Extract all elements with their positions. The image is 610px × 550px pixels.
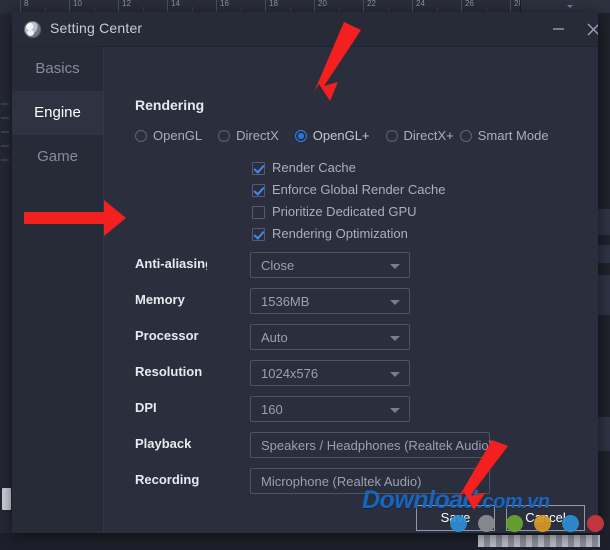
radio-label: DirectX+ [403, 128, 454, 144]
render-mode-radio-group: OpenGL DirectX OpenGL+ DirectX+ Smart Mo… [135, 127, 598, 149]
select-playback[interactable]: Speakers / Headphones (Realtek Audio) [250, 432, 493, 458]
select-value: 1024x576 [261, 366, 319, 381]
checkbox-render-cache[interactable]: Render Cache [252, 157, 445, 179]
radio-label: DirectX [236, 128, 279, 144]
select-dpi[interactable]: 160 [250, 396, 410, 422]
checkbox-checked-icon [252, 227, 265, 241]
sidebar-item-basics[interactable]: Basics [12, 47, 103, 91]
background-scrollbar-thumb[interactable] [2, 488, 11, 510]
app-logo-icon [24, 21, 41, 38]
label-recording: Recording [135, 472, 200, 487]
select-value: Speakers / Headphones (Realtek Audio) [261, 438, 493, 453]
radio-circle-icon [459, 129, 472, 142]
chevron-down-icon [567, 5, 573, 8]
dot-blue-2 [562, 515, 579, 532]
background-checker-strip [478, 535, 600, 547]
rendering-options-checkbox-group: Render Cache Enforce Global Render Cache… [252, 157, 445, 245]
select-resolution[interactable]: 1024x576 [250, 360, 410, 386]
background-right-panel [598, 13, 610, 533]
checkbox-prioritize-dedicated-gpu[interactable]: Prioritize Dedicated GPU [252, 201, 445, 223]
checkbox-rendering-optimization[interactable]: Rendering Optimization [252, 223, 445, 245]
radio-option-opengl-plus[interactable]: OpenGL+ [294, 127, 386, 145]
chevron-down-icon [470, 480, 480, 485]
label-resolution: Resolution [135, 364, 203, 379]
watermark: Download.com.vn [362, 486, 550, 515]
radio-circle-icon [135, 129, 147, 142]
checkbox-label: Prioritize Dedicated GPU [272, 204, 417, 219]
ruler-tick-label: 12 [122, 0, 131, 8]
watermark-suffix: .com.vn [477, 491, 550, 513]
ruler-tick-label: 24 [416, 0, 425, 8]
select-value: Auto [261, 330, 288, 345]
ruler-tick-label: 14 [171, 0, 180, 8]
sidebar: Basics Engine Game [12, 47, 104, 533]
label-dpi: DPI [135, 400, 157, 415]
settings-content: Rendering OpenGL DirectX OpenGL+ DirectX… [104, 47, 598, 533]
ruler-tick-label: 16 [220, 0, 229, 8]
select-value: 160 [261, 402, 283, 417]
chevron-down-icon [390, 372, 400, 377]
select-processor[interactable]: Auto [250, 324, 410, 350]
setting-center-dialog: Setting Center Basics Engine Game Render… [12, 12, 598, 533]
select-value: 1536MB [261, 294, 310, 309]
minimize-button[interactable] [545, 18, 571, 40]
radio-circle-selected-icon [294, 129, 307, 142]
ruler-tick-label: 18 [269, 0, 278, 8]
dialog-body: Basics Engine Game Rendering OpenGL Dire… [12, 47, 598, 533]
radio-label: OpenGL+ [312, 128, 370, 144]
close-icon [587, 23, 598, 36]
ruler-tick-label: 20 [318, 0, 327, 8]
label-processor: Processor [135, 328, 199, 343]
dot-gray [478, 515, 495, 532]
section-title-rendering: Rendering [135, 97, 205, 113]
dot-red [587, 515, 604, 532]
label-anti-aliasing: Anti-aliasing [135, 256, 207, 271]
ruler-tick-label: 10 [73, 0, 82, 8]
label-playback: Playback [135, 436, 192, 451]
checkbox-checked-icon [252, 161, 265, 175]
radio-option-directx[interactable]: DirectX [218, 127, 295, 145]
close-button[interactable] [580, 18, 598, 40]
checkbox-label: Render Cache [272, 160, 356, 175]
checkbox-unchecked-icon [252, 205, 265, 219]
select-anti-aliasing[interactable]: Close [250, 252, 410, 278]
chevron-down-icon [390, 408, 400, 413]
checkbox-enforce-global-render-cache[interactable]: Enforce Global Render Cache [252, 179, 445, 201]
ruler-tick-label: 22 [367, 0, 376, 8]
select-memory[interactable]: 1536MB [250, 288, 410, 314]
label-memory: Memory [135, 292, 185, 307]
watermark-main: Download [362, 486, 478, 514]
ruler-tick-label: 8 [24, 0, 29, 8]
chevron-down-icon [390, 300, 400, 305]
radio-option-smart-mode[interactable]: Smart Mode [459, 127, 565, 145]
sidebar-item-engine[interactable]: Engine [12, 91, 103, 135]
window-title: Setting Center [50, 20, 143, 36]
dot-blue-1 [450, 515, 467, 532]
chevron-down-icon [390, 264, 400, 269]
radio-label: Smart Mode [477, 128, 549, 144]
checkbox-label: Rendering Optimization [272, 226, 408, 241]
ruler-tick-label: 26 [465, 0, 474, 8]
radio-circle-icon [385, 129, 398, 142]
checkbox-label: Enforce Global Render Cache [272, 182, 446, 197]
checkbox-checked-icon [252, 183, 265, 197]
radio-label: OpenGL [153, 128, 203, 144]
radio-option-directx-plus[interactable]: DirectX+ [385, 127, 460, 145]
sidebar-item-game[interactable]: Game [12, 135, 103, 179]
title-bar: Setting Center [12, 12, 598, 47]
select-value: Close [261, 258, 295, 273]
radio-option-opengl[interactable]: OpenGL [135, 127, 218, 145]
dot-orange [534, 515, 551, 532]
chevron-down-icon [390, 336, 400, 341]
dot-green [506, 515, 523, 532]
radio-circle-icon [218, 129, 231, 142]
